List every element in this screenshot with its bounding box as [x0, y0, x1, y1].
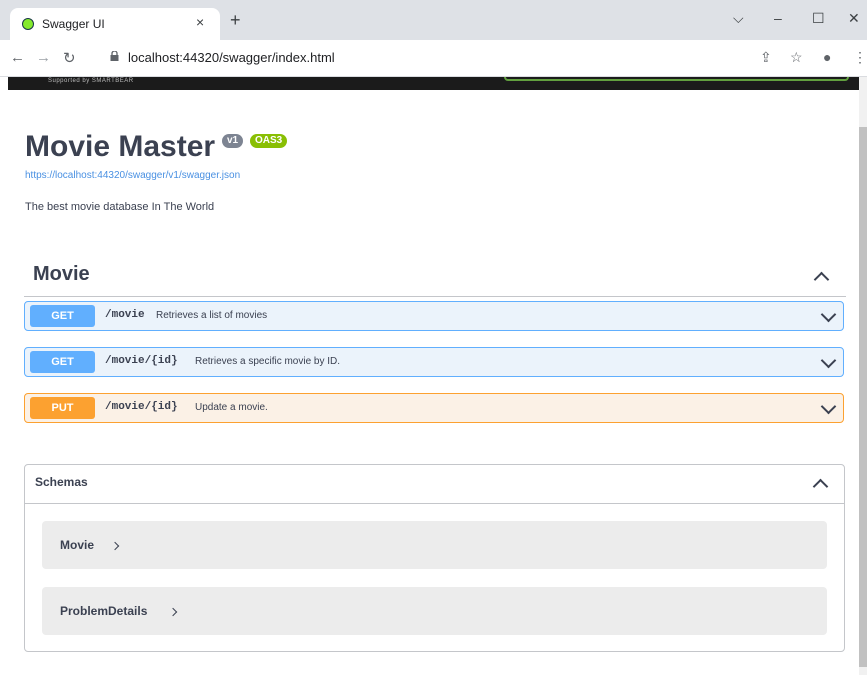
minimize-button[interactable]: – — [774, 10, 782, 26]
page-scrollbar[interactable] — [859, 77, 867, 675]
forward-icon[interactable]: → — [36, 49, 51, 66]
browser-menu-icon[interactable]: ⋮ — [853, 49, 867, 66]
method-badge-put: PUT — [30, 397, 95, 419]
tab-close-icon[interactable]: × — [196, 14, 204, 30]
operation-path: /movie — [105, 309, 145, 321]
tag-section-movie[interactable]: Movie — [24, 258, 846, 297]
share-icon[interactable]: ⇪ — [760, 49, 772, 66]
operation-summary: Retrieves a specific movie by ID. — [195, 356, 341, 367]
swagger-favicon-icon — [22, 18, 34, 30]
collapse-chevron-up-icon[interactable] — [813, 271, 830, 288]
new-tab-button[interactable]: + — [230, 11, 241, 29]
lock-icon — [110, 51, 119, 61]
operation-summary: Retrieves a list of movies — [156, 310, 268, 321]
profile-icon[interactable]: ● — [823, 49, 831, 65]
chevron-right-icon[interactable] — [168, 607, 178, 617]
scrollbar-thumb[interactable] — [859, 127, 867, 667]
oas-badge: OAS3 — [250, 134, 288, 148]
browser-tab-bar: Swagger UI × + ⌵ – ☐ ✕ — [0, 0, 867, 40]
method-badge-get: GET — [30, 351, 95, 373]
operation-summary: Update a movie. — [195, 402, 268, 413]
operation-get-movie-by-id[interactable]: GET /movie/{id} Retrieves a specific mov… — [24, 347, 844, 377]
operation-get-movie[interactable]: GET /movie Retrieves a list of movies — [24, 301, 844, 331]
tab-search-icon[interactable]: ⌵ — [733, 10, 744, 27]
back-icon[interactable]: ← — [10, 49, 25, 66]
schemas-title: Schemas — [35, 475, 88, 489]
method-badge-get: GET — [30, 305, 95, 327]
operation-put-movie-by-id[interactable]: PUT /movie/{id} Update a movie. — [24, 393, 844, 423]
tab-title: Swagger UI — [42, 17, 105, 31]
url-text: localhost:44320/swagger/index.html — [128, 50, 335, 65]
browser-tab[interactable]: Swagger UI × — [10, 8, 220, 40]
bookmark-star-icon[interactable]: ☆ — [790, 49, 803, 66]
schemas-header[interactable]: Schemas — [25, 465, 844, 504]
reload-icon[interactable]: ↻ — [63, 49, 76, 67]
operation-path: /movie/{id} — [105, 355, 178, 367]
smartbear-logo: Supported by SMARTBEAR — [48, 78, 134, 84]
collapse-chevron-up-icon[interactable] — [812, 478, 829, 495]
explore-url-input[interactable] — [504, 77, 849, 81]
address-bar[interactable]: localhost:44320/swagger/index.html — [100, 44, 820, 72]
swagger-topbar: Supported by SMARTBEAR — [8, 77, 859, 90]
model-problemdetails[interactable]: ProblemDetails — [42, 587, 827, 635]
chevron-right-icon[interactable] — [110, 541, 120, 551]
operation-path: /movie/{id} — [105, 401, 178, 413]
api-title: Movie Master — [25, 130, 216, 163]
chevron-down-icon[interactable] — [820, 306, 837, 323]
version-badge: v1 — [222, 134, 244, 148]
spec-url-link[interactable]: https://localhost:44320/swagger/v1/swagg… — [25, 170, 240, 181]
close-window-button[interactable]: ✕ — [848, 10, 860, 27]
model-name: Movie — [60, 538, 95, 552]
maximize-button[interactable]: ☐ — [812, 10, 825, 27]
api-description: The best movie database In The World — [25, 201, 215, 213]
tag-title: Movie — [33, 263, 90, 285]
schemas-section: Schemas Movie ProblemDetails — [24, 464, 845, 652]
model-name: ProblemDetails — [60, 604, 148, 618]
browser-toolbar: ← → ↻ localhost:44320/swagger/index.html… — [0, 40, 867, 77]
chevron-down-icon[interactable] — [820, 352, 837, 369]
chevron-down-icon[interactable] — [820, 398, 837, 415]
model-movie[interactable]: Movie — [42, 521, 827, 569]
swagger-page: Movie Master v1 OAS3 https://localhost:4… — [8, 90, 859, 675]
